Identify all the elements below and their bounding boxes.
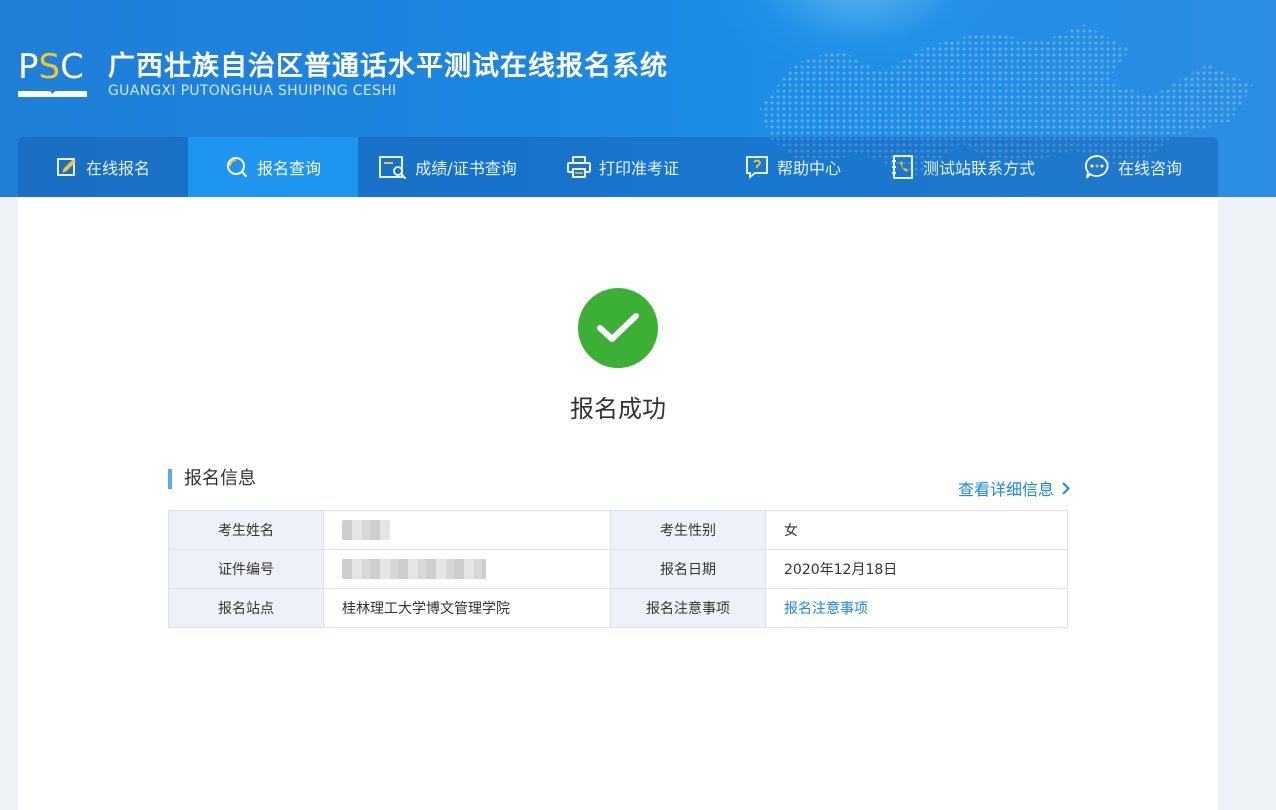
nav-label: 测试站联系方式	[922, 159, 1035, 178]
registration-info-table: 考生姓名 考生性别 女 证件编号 报名日期 2020年12月18日 报名站点 桂…	[168, 510, 1068, 628]
field-label-name: 考生姓名	[168, 510, 324, 550]
table-row: 证件编号 报名日期 2020年12月18日	[168, 549, 1068, 589]
field-label-gender: 考生性别	[610, 510, 766, 550]
logo-book-icon	[18, 91, 87, 97]
nav-item-registration-query[interactable]: 报名查询	[188, 137, 358, 197]
site-subtitle: GUANGXI PUTONGHUA SHUIPING CESHI	[108, 83, 397, 99]
field-label-notes: 报名注意事项	[610, 588, 766, 628]
logo-letter-s: S	[38, 47, 61, 87]
field-value-name	[323, 510, 611, 550]
edit-icon	[57, 158, 76, 176]
view-details-link[interactable]: 查看详细信息	[958, 476, 1070, 500]
nav-item-help-center[interactable]: 帮助中心	[708, 137, 878, 197]
section-title: 报名信息	[168, 469, 256, 489]
nav-item-online-registration[interactable]: 在线报名	[18, 137, 188, 197]
phone-book-icon	[891, 155, 913, 179]
search-icon	[226, 157, 248, 178]
nav-label: 在线咨询	[1117, 159, 1182, 178]
nav-label: 打印准考证	[598, 159, 679, 178]
nav-item-score-certificate-query[interactable]: 成绩/证书查询	[358, 137, 538, 197]
field-label-id-number: 证件编号	[168, 549, 324, 589]
nav-label: 在线报名	[85, 159, 150, 178]
logo-text: PSC	[18, 47, 84, 87]
certificate-search-icon	[379, 156, 407, 179]
field-value-gender: 女	[765, 510, 1068, 550]
help-icon	[746, 156, 768, 179]
field-value-registration-date: 2020年12月18日	[765, 549, 1068, 589]
psc-logo: PSC	[18, 47, 88, 99]
printer-icon	[567, 156, 591, 178]
site-title: 广西壮族自治区普通话水平测试在线报名系统	[108, 51, 668, 82]
chat-icon	[1084, 155, 1109, 179]
nav-label: 帮助中心	[776, 159, 841, 178]
redacted-name	[342, 520, 390, 540]
field-value-notes: 报名注意事项	[765, 588, 1068, 628]
success-check-icon	[578, 288, 658, 368]
nav-item-test-center-contacts[interactable]: 测试站联系方式	[878, 137, 1048, 197]
header: PSC 广西壮族自治区普通话水平测试在线报名系统 GUANGXI PUTONGH…	[0, 0, 1276, 197]
field-label-test-site: 报名站点	[168, 588, 324, 628]
view-details-label: 查看详细信息	[957, 480, 1054, 499]
nav-item-print-admission-ticket[interactable]: 打印准考证	[538, 137, 708, 197]
nav-label: 成绩/证书查询	[415, 159, 517, 178]
success-message: 报名成功	[570, 395, 666, 423]
table-row: 报名站点 桂林理工大学博文管理学院 报名注意事项 报名注意事项	[168, 588, 1068, 628]
logo-letter-p: P	[18, 47, 39, 87]
nav-item-online-consultation[interactable]: 在线咨询	[1048, 137, 1218, 197]
main-nav: 在线报名 报名查询 成绩/证书查询 打印准考证 帮助中心 测试站联系方式 在线咨…	[18, 137, 1218, 197]
table-row: 考生姓名 考生性别 女	[168, 510, 1068, 550]
field-label-registration-date: 报名日期	[610, 549, 766, 589]
field-value-test-site: 桂林理工大学博文管理学院	[323, 588, 611, 628]
field-value-id-number	[323, 549, 611, 589]
chevron-right-icon	[1062, 481, 1070, 495]
main-content: 报名成功 报名信息 查看详细信息 考生姓名 考生性别 女 证件编号 报名日期 2…	[18, 197, 1218, 810]
registration-notes-link[interactable]: 报名注意事项	[784, 601, 868, 617]
redacted-id-number	[342, 559, 486, 579]
nav-label: 报名查询	[256, 159, 321, 178]
logo-letter-c: C	[60, 47, 84, 87]
